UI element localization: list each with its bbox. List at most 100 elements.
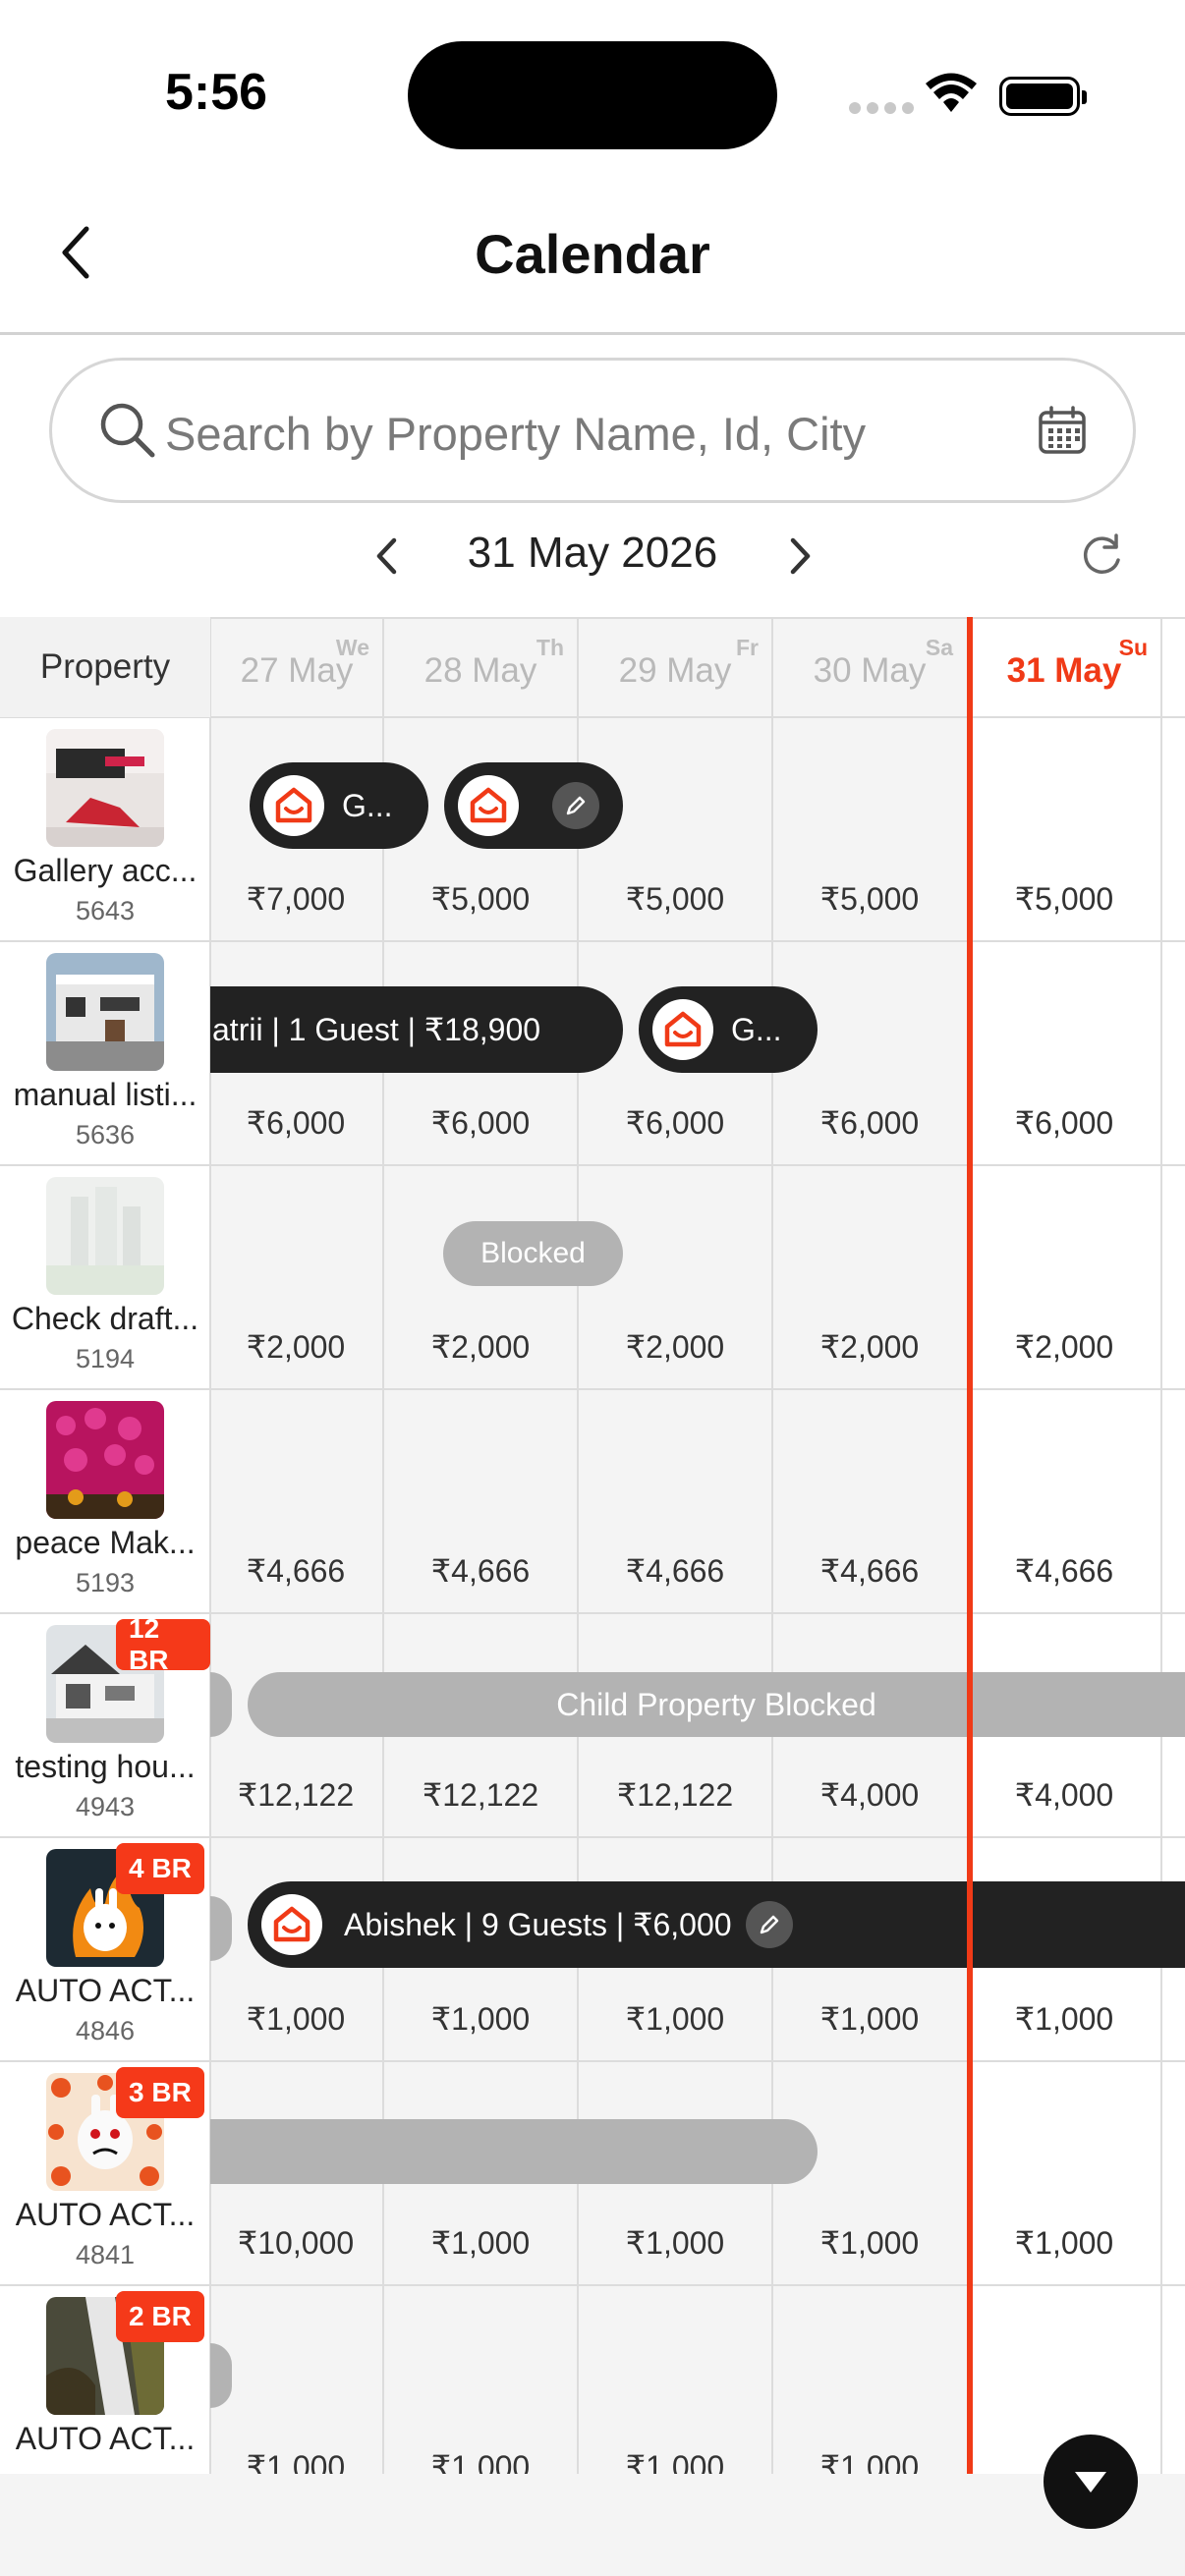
price-cell[interactable]: ₹1,000 xyxy=(772,2000,967,2038)
booking-pill[interactable]: atrii | 1 Guest | ₹18,900 xyxy=(210,986,623,1073)
weekday-label: Su xyxy=(1118,635,1148,660)
refresh-icon[interactable] xyxy=(1077,531,1126,580)
day-header: We 27 May xyxy=(210,617,383,717)
property-row[interactable]: 3 BR AUTO ACT... 4841 xyxy=(0,2061,210,2285)
price-cell[interactable]: ₹5,000 xyxy=(383,880,578,918)
price-cell[interactable]: ₹1,000 xyxy=(578,2000,772,2038)
price-cell[interactable]: ₹1,000 xyxy=(967,2224,1161,2262)
price-cell[interactable]: ₹4,666 xyxy=(198,1552,393,1590)
chevron-left-icon xyxy=(376,537,397,575)
property-row[interactable]: 12 BR testing hou... 4943 xyxy=(0,1613,210,1837)
property-row[interactable]: manual listi... 5636 xyxy=(0,941,210,1165)
booking-label: G... xyxy=(342,787,393,823)
property-name: Check draft... xyxy=(11,1301,199,1336)
search-input[interactable] xyxy=(165,396,1030,471)
booking-pill[interactable]: G... xyxy=(639,986,818,1073)
price-cell[interactable]: ₹1,000 xyxy=(198,2448,393,2474)
property-id: 5643 xyxy=(75,896,136,925)
price-cell[interactable]: ₹2,000 xyxy=(967,1328,1161,1366)
property-id: 4841 xyxy=(75,2240,136,2269)
price-cell[interactable]: ₹4,666 xyxy=(383,1552,578,1590)
price-cell[interactable]: ₹1,000 xyxy=(383,2224,578,2262)
price-cell[interactable]: ₹4,000 xyxy=(967,1776,1161,1814)
booking-label: G... xyxy=(731,1011,782,1047)
edit-button[interactable] xyxy=(745,1901,793,1948)
price-cell[interactable]: ₹4,666 xyxy=(578,1552,772,1590)
child-blocked-pill[interactable]: Child Property Blocked xyxy=(248,1672,1185,1737)
scroll-down-button[interactable] xyxy=(1044,2435,1138,2529)
app-screen: 5:56 Calendar 31 May 20 xyxy=(0,0,1185,2576)
current-date[interactable]: 31 May 2026 xyxy=(423,529,762,578)
search-icon xyxy=(100,403,155,458)
price-cell[interactable]: ₹1,000 xyxy=(383,2448,578,2474)
price-cell[interactable]: ₹7,000 xyxy=(198,880,393,918)
price-cell[interactable]: ₹1,000 xyxy=(578,2224,772,2262)
price-cell[interactable]: ₹2,000 xyxy=(772,1328,967,1366)
property-row[interactable]: Gallery acc... 5643 xyxy=(0,717,210,941)
calendar-icon[interactable] xyxy=(1038,406,1087,455)
price-cell[interactable]: ₹12,122 xyxy=(578,1776,772,1814)
price-cell[interactable]: ₹1,000 xyxy=(772,2448,967,2474)
price-cell[interactable]: ₹6,000 xyxy=(383,1104,578,1142)
booking-pill[interactable] xyxy=(444,762,623,849)
price-cell[interactable]: ₹4,666 xyxy=(967,1552,1161,1590)
booking-label: Abishek | 9 Guests | ₹6,000 xyxy=(344,1907,732,1942)
price-cell[interactable]: ₹10,000 xyxy=(198,2224,393,2262)
previous-date-button[interactable] xyxy=(366,527,409,586)
property-row[interactable]: peace Mak... 5193 xyxy=(0,1389,210,1613)
wifi-icon xyxy=(926,73,977,112)
property-name: manual listi... xyxy=(13,1077,198,1112)
home-logo-icon xyxy=(263,775,324,836)
day-date: 29 May xyxy=(618,651,732,690)
price-cell[interactable]: ₹1,000 xyxy=(383,2000,578,2038)
price-cell[interactable]: ₹6,000 xyxy=(578,1104,772,1142)
property-id: 5193 xyxy=(75,1568,136,1597)
bedroom-badge: 2 BR xyxy=(116,2291,204,2342)
price-cell[interactable]: ₹4,000 xyxy=(772,1776,967,1814)
bedroom-badge: 12 BR xyxy=(116,1613,210,1675)
day-date: 28 May xyxy=(423,651,537,690)
chevron-down-icon xyxy=(1075,2472,1106,2492)
battery-icon xyxy=(999,77,1087,116)
property-row[interactable]: 4 BR AUTO ACT... 4846 xyxy=(0,1837,210,2061)
booking-pill[interactable]: G... xyxy=(250,762,428,849)
price-cell[interactable]: ₹1,000 xyxy=(578,2448,772,2474)
price-cell[interactable]: ₹12,122 xyxy=(198,1776,393,1814)
next-date-button[interactable] xyxy=(778,527,821,586)
bottom-bar xyxy=(0,2474,1185,2576)
price-cell[interactable]: ₹6,000 xyxy=(198,1104,393,1142)
property-id: 4943 xyxy=(75,1792,136,1821)
price-cell[interactable]: ₹5,000 xyxy=(578,880,772,918)
day-date: 30 May xyxy=(813,651,927,690)
blocked-pill[interactable]: Blocked xyxy=(443,1221,623,1286)
header-divider xyxy=(0,332,1185,335)
property-row[interactable]: Check draft... 5194 xyxy=(0,1165,210,1389)
price-cell[interactable]: ₹1,000 xyxy=(772,2224,967,2262)
property-id: 5636 xyxy=(75,1120,136,1149)
price-cell[interactable]: ₹6,000 xyxy=(772,1104,967,1142)
edit-button[interactable] xyxy=(552,782,599,829)
price-cell[interactable]: ₹2,000 xyxy=(578,1328,772,1366)
price-cell[interactable]: ₹4,666 xyxy=(772,1552,967,1590)
pencil-icon xyxy=(566,796,586,815)
cellular-signal-icon xyxy=(849,102,914,114)
price-cell[interactable]: ₹2,000 xyxy=(383,1328,578,1366)
price-cell[interactable]: ₹1,000 xyxy=(198,2000,393,2038)
property-name: AUTO ACT... xyxy=(15,2421,196,2456)
day-header-today: Su 31 May xyxy=(967,617,1161,717)
price-cell[interactable]: ₹2,000 xyxy=(198,1328,393,1366)
blocked-pill[interactable] xyxy=(210,2119,818,2184)
property-thumbnail xyxy=(46,1401,164,1519)
price-cell[interactable]: ₹6,000 xyxy=(967,1104,1161,1142)
property-row[interactable]: 2 BR AUTO ACT... xyxy=(0,2285,210,2474)
price-cell[interactable]: ₹1,000 xyxy=(967,2000,1161,2038)
price-cell[interactable]: ₹5,000 xyxy=(967,880,1161,918)
status-time: 5:56 xyxy=(165,64,268,121)
property-name: AUTO ACT... xyxy=(15,1973,196,2008)
property-name: Gallery acc... xyxy=(13,853,198,888)
day-header: Th 28 May xyxy=(383,617,578,717)
price-cell[interactable]: ₹12,122 xyxy=(383,1776,578,1814)
booking-pill[interactable]: Abishek | 9 Guests | ₹6,000 xyxy=(248,1881,1185,1968)
price-cell[interactable]: ₹5,000 xyxy=(772,880,967,918)
home-logo-icon xyxy=(458,775,519,836)
